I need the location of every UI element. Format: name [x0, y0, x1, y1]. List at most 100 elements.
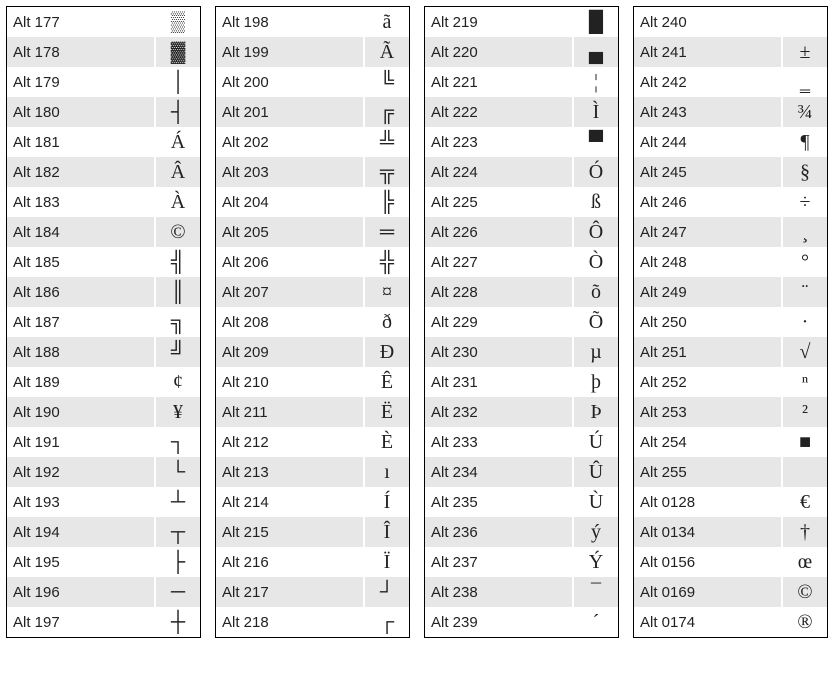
alt-code-label: Alt 183: [7, 187, 154, 217]
table-row: Alt 202╩: [216, 127, 409, 157]
alt-code-symbol: ¦: [572, 67, 618, 97]
table-row: Alt 219█: [425, 7, 618, 37]
alt-code-label: Alt 243: [634, 97, 781, 127]
alt-code-label: Alt 211: [216, 397, 363, 427]
table-row: Alt 195├: [7, 547, 200, 577]
alt-code-symbol: ß: [572, 187, 618, 217]
alt-code-label: Alt 0156: [634, 547, 781, 577]
alt-code-label: Alt 224: [425, 157, 572, 187]
alt-code-label: Alt 236: [425, 517, 572, 547]
alt-code-symbol: À: [154, 187, 200, 217]
alt-code-symbol: Õ: [572, 307, 618, 337]
column-2: Alt 198ãAlt 199ÃAlt 200╚Alt 201╔Alt 202╩…: [215, 6, 410, 638]
alt-code-label: Alt 216: [216, 547, 363, 577]
table-row: Alt 231þ: [425, 367, 618, 397]
alt-code-symbol: [781, 7, 827, 37]
alt-code-symbol: È: [363, 427, 409, 457]
table-row: Alt 210Ê: [216, 367, 409, 397]
alt-code-label: Alt 0128: [634, 487, 781, 517]
alt-code-symbol: ¶: [781, 127, 827, 157]
alt-code-label: Alt 220: [425, 37, 572, 67]
alt-code-symbol: Ð: [363, 337, 409, 367]
alt-code-symbol: ╝: [154, 337, 200, 367]
alt-code-symbol: ╦: [363, 157, 409, 187]
table-row: Alt 201╔: [216, 97, 409, 127]
alt-code-symbol: [781, 457, 827, 487]
alt-code-symbol: ý: [572, 517, 618, 547]
alt-code-symbol: Ê: [363, 367, 409, 397]
alt-code-symbol: ±: [781, 37, 827, 67]
table-row: Alt 243¾: [634, 97, 827, 127]
table-row: Alt 222Ì: [425, 97, 618, 127]
table-row: Alt 191┐: [7, 427, 200, 457]
table-row: Alt 218┌: [216, 607, 409, 637]
alt-code-label: Alt 205: [216, 217, 363, 247]
alt-code-symbol: Í: [363, 487, 409, 517]
table-row: Alt 180┤: [7, 97, 200, 127]
alt-code-symbol: Û: [572, 457, 618, 487]
alt-code-symbol: ·: [781, 307, 827, 337]
table-row: Alt 227Ò: [425, 247, 618, 277]
alt-code-label: Alt 230: [425, 337, 572, 367]
alt-code-symbol: ┼: [154, 607, 200, 637]
alt-code-label: Alt 197: [7, 607, 154, 637]
alt-code-label: Alt 251: [634, 337, 781, 367]
column-4: Alt 240Alt 241±Alt 242‗Alt 243¾Alt 244¶A…: [633, 6, 828, 638]
table-row: Alt 229Õ: [425, 307, 618, 337]
table-row: Alt 206╬: [216, 247, 409, 277]
alt-code-symbol: ‗: [781, 67, 827, 97]
alt-code-symbol: ©: [781, 577, 827, 607]
table-row: Alt 194┬: [7, 517, 200, 547]
table-row: Alt 198ã: [216, 7, 409, 37]
alt-code-label: Alt 179: [7, 67, 154, 97]
table-row: Alt 208ð: [216, 307, 409, 337]
alt-code-label: Alt 227: [425, 247, 572, 277]
alt-code-symbol: þ: [572, 367, 618, 397]
table-row: Alt 203╦: [216, 157, 409, 187]
alt-code-symbol: ¯: [572, 577, 618, 607]
alt-code-symbol: §: [781, 157, 827, 187]
alt-code-symbol: ¨: [781, 277, 827, 307]
table-row: Alt 196─: [7, 577, 200, 607]
alt-code-label: Alt 239: [425, 607, 572, 637]
table-row: Alt 233Ú: [425, 427, 618, 457]
alt-code-symbol: ▒: [154, 7, 200, 37]
alt-code-symbol: ¸: [781, 217, 827, 247]
alt-code-table: Alt 177▒Alt 178▓Alt 179│Alt 180┤Alt 181Á…: [6, 6, 829, 638]
table-row: Alt 181Á: [7, 127, 200, 157]
table-row: Alt 179│: [7, 67, 200, 97]
alt-code-label: Alt 225: [425, 187, 572, 217]
alt-code-symbol: Ë: [363, 397, 409, 427]
alt-code-label: Alt 232: [425, 397, 572, 427]
alt-code-label: Alt 222: [425, 97, 572, 127]
table-row: Alt 226Ô: [425, 217, 618, 247]
alt-code-label: Alt 241: [634, 37, 781, 67]
alt-code-label: Alt 213: [216, 457, 363, 487]
alt-code-symbol: ┐: [154, 427, 200, 457]
alt-code-label: Alt 234: [425, 457, 572, 487]
table-row: Alt 238¯: [425, 577, 618, 607]
alt-code-label: Alt 191: [7, 427, 154, 457]
alt-code-symbol: ©: [154, 217, 200, 247]
alt-code-label: Alt 189: [7, 367, 154, 397]
table-row: Alt 199Ã: [216, 37, 409, 67]
table-row: Alt 241±: [634, 37, 827, 67]
alt-code-symbol: ¾: [781, 97, 827, 127]
table-row: Alt 0174®: [634, 607, 827, 637]
alt-code-label: Alt 221: [425, 67, 572, 97]
alt-code-symbol: ┴: [154, 487, 200, 517]
table-row: Alt 249¨: [634, 277, 827, 307]
alt-code-symbol: Ù: [572, 487, 618, 517]
alt-code-label: Alt 194: [7, 517, 154, 547]
alt-code-label: Alt 235: [425, 487, 572, 517]
table-row: Alt 230µ: [425, 337, 618, 367]
alt-code-symbol: Î: [363, 517, 409, 547]
alt-code-symbol: µ: [572, 337, 618, 367]
alt-code-symbol: Ó: [572, 157, 618, 187]
alt-code-symbol: └: [154, 457, 200, 487]
alt-code-label: Alt 238: [425, 577, 572, 607]
alt-code-label: Alt 231: [425, 367, 572, 397]
alt-code-symbol: ¤: [363, 277, 409, 307]
alt-code-symbol: ╔: [363, 97, 409, 127]
alt-code-label: Alt 209: [216, 337, 363, 367]
